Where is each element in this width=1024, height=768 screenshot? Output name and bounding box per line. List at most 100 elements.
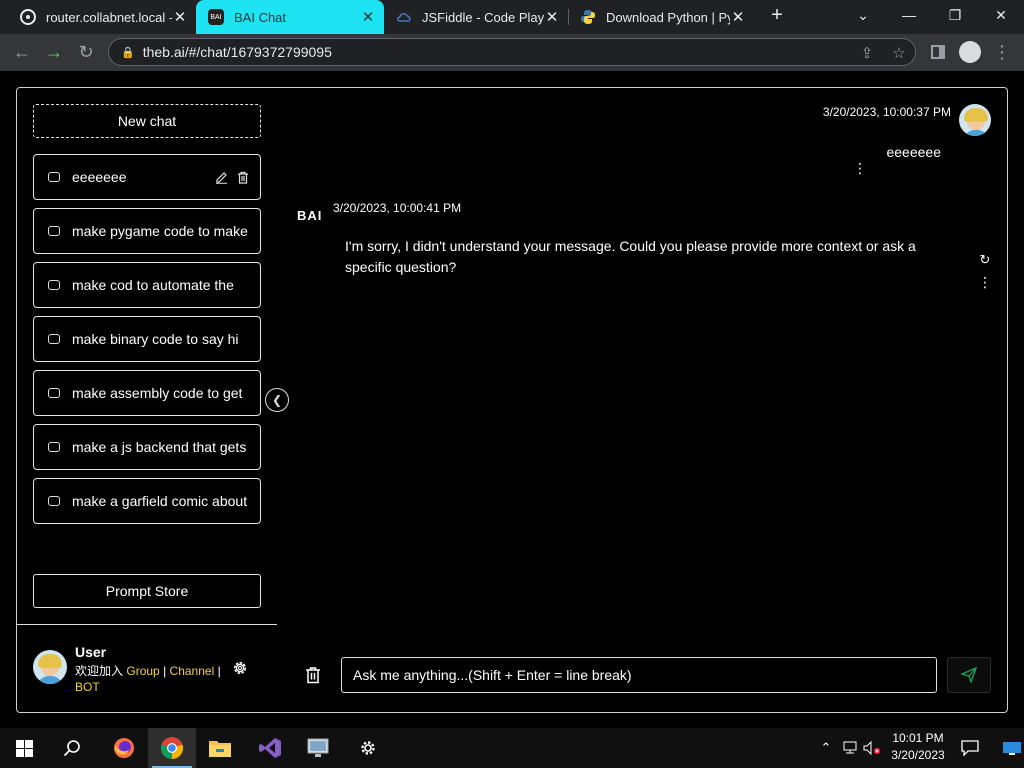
- tab-python[interactable]: Download Python | Pyt ✕: [568, 0, 754, 34]
- tab-bai-chat[interactable]: BAI BAI Chat ✕: [196, 0, 384, 34]
- reload-button[interactable]: ↻: [72, 38, 100, 66]
- web-page: New chat eeeeeee make pygame code to mak…: [0, 71, 1024, 728]
- plus-icon: +: [771, 3, 783, 26]
- chat-list-item[interactable]: make pygame code to make: [33, 208, 261, 254]
- start-icon: [15, 739, 33, 757]
- firefox-icon: [114, 738, 134, 758]
- tab-title: BAI Chat: [234, 9, 287, 25]
- close-window-button[interactable]: ✕: [978, 0, 1024, 30]
- close-icon[interactable]: ✕: [172, 8, 188, 26]
- profile-button[interactable]: [956, 38, 984, 66]
- send-button[interactable]: [947, 657, 991, 693]
- more-vertical-icon[interactable]: ⋮: [853, 160, 867, 176]
- bai-favicon-icon: BAI: [208, 9, 224, 25]
- chat-bubble-icon: [48, 442, 60, 452]
- bot-link[interactable]: BOT: [75, 680, 100, 694]
- tab-title: JSFiddle - Code Playgro: [422, 9, 544, 25]
- side-panel-icon: [931, 45, 945, 59]
- link-separator: |: [163, 664, 167, 678]
- arrow-right-icon: →: [45, 41, 63, 62]
- tab-router[interactable]: router.collabnet.local - ✕: [8, 0, 196, 34]
- tab-title: router.collabnet.local -: [46, 9, 172, 25]
- trash-icon[interactable]: [234, 168, 252, 186]
- chat-area: 3/20/2023, 10:00:37 PM eeeeeee ⋮ BAI 3/2…: [277, 88, 1007, 712]
- taskbar-clock[interactable]: 10:01 PM 3/20/2023: [886, 730, 950, 766]
- back-button[interactable]: ←: [8, 38, 36, 66]
- volume-muted-icon[interactable]: [862, 738, 882, 758]
- browser-menu-button[interactable]: ⋮: [988, 38, 1016, 66]
- lock-icon: 🔒: [121, 46, 135, 59]
- star-icon[interactable]: ☆: [889, 43, 909, 63]
- clock-time: 10:01 PM: [892, 731, 944, 745]
- send-icon: [961, 667, 977, 683]
- restore-button[interactable]: ❐: [932, 0, 978, 30]
- chat-title: make a js backend that gets: [72, 439, 247, 455]
- minimize-button[interactable]: —: [886, 0, 932, 30]
- jsfiddle-favicon-icon: [396, 9, 412, 25]
- chat-title: make assembly code to get: [72, 385, 243, 401]
- tab-search-button[interactable]: ⌄: [840, 0, 886, 30]
- user-info: User 欢迎加入 Group | Channel | BOT: [33, 644, 269, 700]
- avatar: [959, 104, 991, 136]
- taskbar-chrome[interactable]: [148, 728, 196, 768]
- address-bar[interactable]: 🔒 theb.ai/#/chat/1679372799095 ⇪ ☆: [108, 38, 916, 66]
- share-icon[interactable]: ⇪: [857, 43, 877, 63]
- forward-button[interactable]: →: [40, 38, 68, 66]
- new-chat-button[interactable]: New chat: [33, 104, 261, 138]
- visual-studio-icon: [259, 738, 281, 758]
- more-vertical-icon: ⋮: [993, 41, 1011, 62]
- chat-title: make pygame code to make: [72, 223, 248, 239]
- tab-jsfiddle[interactable]: JSFiddle - Code Playgro ✕: [384, 0, 568, 34]
- show-desktop-icon[interactable]: [1000, 738, 1024, 758]
- tab-title: Download Python | Pyt: [606, 9, 730, 25]
- close-icon[interactable]: ✕: [360, 8, 376, 26]
- profile-icon: [959, 41, 981, 63]
- app-container: New chat eeeeeee make pygame code to mak…: [16, 87, 1008, 713]
- edit-icon[interactable]: [212, 168, 230, 186]
- browser-tab-bar: router.collabnet.local - ✕ BAI BAI Chat …: [0, 0, 1024, 34]
- chat-list-item[interactable]: make assembly code to get: [33, 370, 261, 416]
- group-link[interactable]: Group: [126, 664, 159, 678]
- close-icon[interactable]: ✕: [730, 8, 746, 26]
- chat-bubble-icon: [48, 334, 60, 344]
- regenerate-icon[interactable]: ↻: [977, 252, 993, 268]
- chat-list-item[interactable]: make cod to automate the: [33, 262, 261, 308]
- chat-input[interactable]: [341, 657, 937, 693]
- close-icon[interactable]: ✕: [544, 8, 560, 26]
- notification-icon[interactable]: [960, 738, 980, 758]
- file-explorer-icon: [209, 741, 231, 757]
- user-message-text: eeeeeee: [886, 144, 941, 160]
- chat-bubble-icon: [48, 172, 60, 182]
- chat-list-item[interactable]: make binary code to say hi: [33, 316, 261, 362]
- remote-desktop-icon: [307, 738, 329, 757]
- new-tab-button[interactable]: +: [760, 0, 794, 30]
- chat-list-item[interactable]: make a js backend that gets: [33, 424, 261, 470]
- taskbar-visual-studio[interactable]: [246, 728, 294, 768]
- taskbar-firefox[interactable]: [100, 728, 148, 768]
- settings-button[interactable]: [230, 658, 250, 678]
- chat-list-item[interactable]: make a garfield comic about: [33, 478, 261, 524]
- side-panel-button[interactable]: [924, 38, 952, 66]
- prompt-store-button[interactable]: Prompt Store: [33, 574, 261, 608]
- start-button[interactable]: [0, 728, 48, 768]
- trash-icon: [306, 667, 320, 684]
- clear-chat-button[interactable]: [302, 664, 324, 686]
- taskbar-settings[interactable]: [344, 728, 392, 768]
- clock-date: 3/20/2023: [891, 748, 945, 762]
- taskbar-search-button[interactable]: [48, 728, 96, 768]
- chevron-up-icon[interactable]: ⌃: [816, 738, 836, 758]
- network-icon[interactable]: [840, 738, 860, 758]
- message-timestamp: 3/20/2023, 10:00:37 PM: [822, 105, 951, 119]
- channel-link[interactable]: Channel: [170, 664, 215, 678]
- chat-title: eeeeeee: [72, 169, 127, 185]
- bot-message-text: I'm sorry, I didn't understand your mess…: [345, 238, 916, 275]
- taskbar-remote-desktop[interactable]: [294, 728, 342, 768]
- bot-logo: BAI: [297, 208, 323, 223]
- more-vertical-icon[interactable]: ⋮: [978, 274, 992, 290]
- chat-list-item[interactable]: eeeeeee: [33, 154, 261, 200]
- url-text[interactable]: theb.ai/#/chat/1679372799095: [143, 44, 332, 60]
- close-icon: ✕: [995, 6, 1007, 23]
- community-links: 欢迎加入 Group | Channel | BOT: [75, 663, 225, 695]
- gear-icon: [234, 662, 246, 674]
- taskbar-file-explorer[interactable]: [196, 728, 244, 768]
